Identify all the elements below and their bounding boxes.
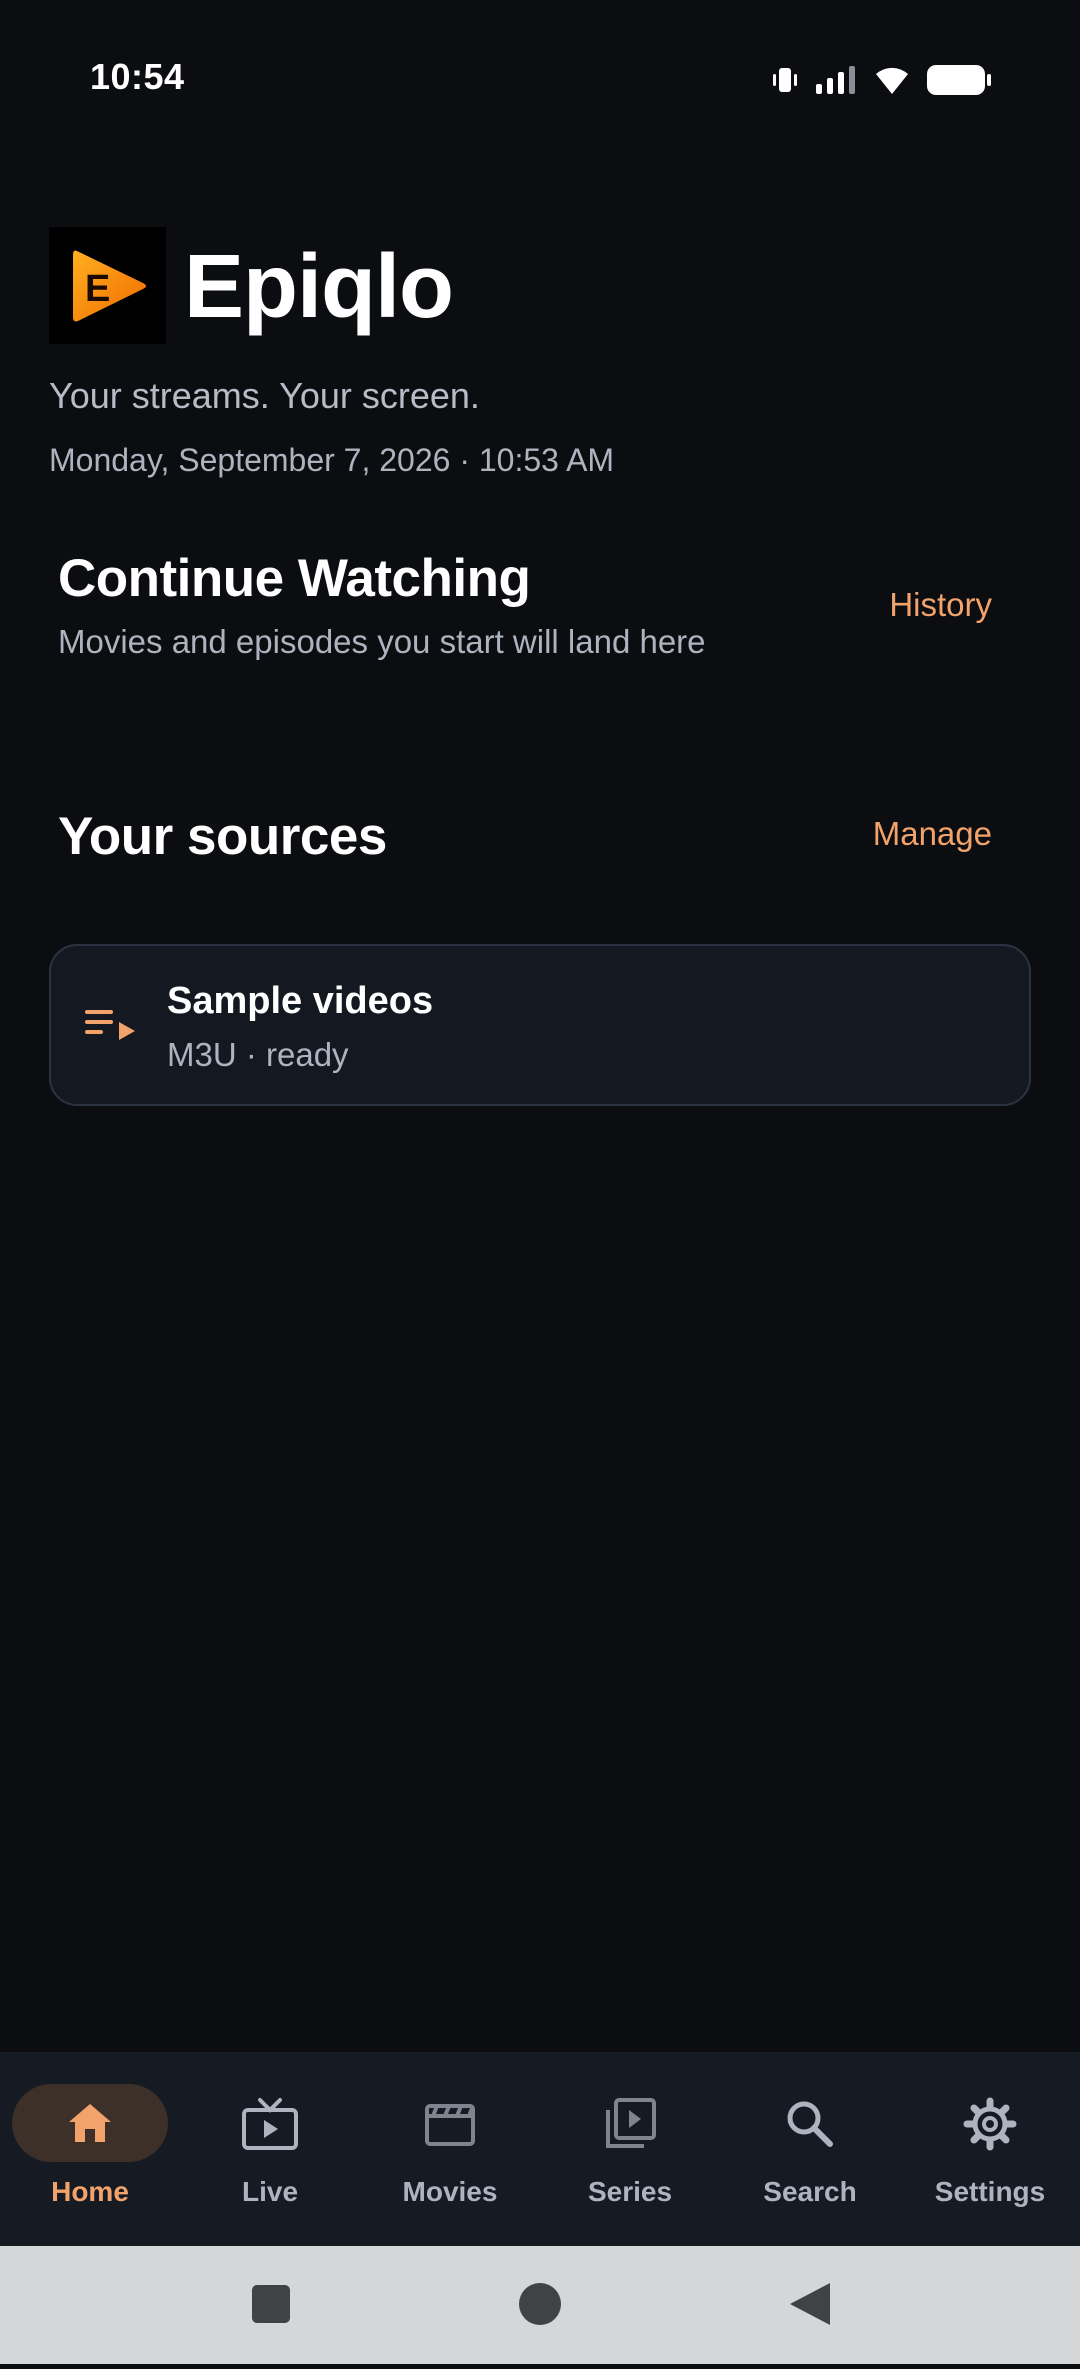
nav-search[interactable]: Search	[720, 2052, 900, 2246]
status-time: 10:54	[90, 56, 185, 97]
vibrate-icon	[770, 65, 800, 95]
nav-label-series: Series	[587, 2176, 673, 2207]
history-link[interactable]: History	[889, 586, 992, 624]
source-meta: M3U · ready	[167, 1036, 349, 1073]
gear-icon	[962, 2096, 1018, 2157]
nav-label-search: Search	[763, 2176, 857, 2207]
nav-home[interactable]: Home	[0, 2052, 180, 2246]
tagline: Your streams. Your screen.	[49, 375, 480, 416]
home-system-button[interactable]	[480, 2246, 600, 2364]
source-card-sample-videos[interactable]: Sample videos M3U · ready	[49, 944, 1031, 1106]
sources-title: Your sources	[58, 807, 387, 866]
nav-movies[interactable]: Movies	[360, 2052, 540, 2246]
app-title: Epiqlo	[184, 237, 454, 337]
nav-label-live: Live	[241, 2176, 299, 2207]
nav-settings[interactable]: Settings	[900, 2052, 1080, 2246]
playlist-play-icon	[85, 1006, 139, 1053]
search-icon	[782, 2096, 838, 2157]
manage-sources-link[interactable]: Manage	[873, 815, 992, 853]
bottom-nav: Home Live Movies Series Search Settings	[0, 2052, 1080, 2246]
nav-live[interactable]: Live	[180, 2052, 360, 2246]
svg-text:E: E	[85, 268, 110, 310]
back-triangle-icon	[790, 2283, 830, 2325]
nav-label-movies: Movies	[402, 2176, 498, 2207]
recents-button[interactable]	[210, 2246, 330, 2364]
app-logo: E	[49, 227, 166, 344]
signal-icon	[814, 64, 858, 96]
wifi-icon	[872, 64, 912, 96]
nav-series[interactable]: Series	[540, 2052, 720, 2246]
system-nav-bar	[0, 2246, 1080, 2364]
clapperboard-icon	[422, 2096, 478, 2157]
nav-label-settings: Settings	[934, 2176, 1046, 2207]
continue-watching-subtitle: Movies and episodes you start will land …	[58, 623, 706, 660]
source-name: Sample videos	[167, 980, 434, 1022]
continue-watching-title: Continue Watching	[58, 549, 531, 608]
play-logo-icon: E	[72, 250, 146, 321]
video-library-icon	[602, 2096, 658, 2157]
battery-icon	[926, 63, 992, 97]
back-button[interactable]	[750, 2246, 870, 2364]
status-icons	[770, 58, 992, 102]
nav-label-home: Home	[51, 2176, 129, 2207]
tv-icon	[240, 2096, 300, 2157]
current-datetime: Monday, September 7, 2026 · 10:53 AM	[49, 442, 615, 478]
status-bar: 10:54	[0, 0, 1080, 160]
home-icon	[63, 2096, 117, 2155]
circle-icon	[519, 2283, 561, 2325]
square-icon	[252, 2285, 290, 2323]
